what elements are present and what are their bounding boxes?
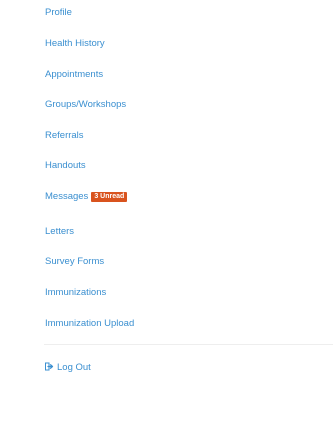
nav-item-immunization-upload[interactable]: Immunization Upload — [45, 318, 134, 330]
nav-item-profile[interactable]: Profile — [45, 7, 72, 19]
nav-item-handouts[interactable]: Handouts — [45, 160, 86, 172]
nav-item-appointments[interactable]: Appointments — [45, 69, 103, 81]
sidebar-nav: Profile Health History Appointments Grou… — [0, 0, 333, 436]
nav-item-letters[interactable]: Letters — [45, 226, 74, 238]
nav-item-survey-forms[interactable]: Survey Forms — [45, 256, 104, 268]
nav-item-immunizations[interactable]: Immunizations — [45, 287, 106, 299]
nav-item-groups-workshops[interactable]: Groups/Workshops — [45, 99, 126, 111]
nav-item-health-history[interactable]: Health History — [45, 38, 105, 50]
nav-divider — [44, 344, 333, 345]
logout-link[interactable]: Log Out — [45, 362, 91, 374]
logout-label: Log Out — [57, 362, 91, 373]
nav-item-messages[interactable]: Messages 3 Unread — [45, 191, 128, 203]
sign-out-icon — [45, 362, 54, 371]
nav-item-messages-label: Messages — [45, 191, 89, 202]
nav-item-referrals[interactable]: Referrals — [45, 130, 84, 142]
unread-badge: 3 Unread — [91, 192, 128, 202]
